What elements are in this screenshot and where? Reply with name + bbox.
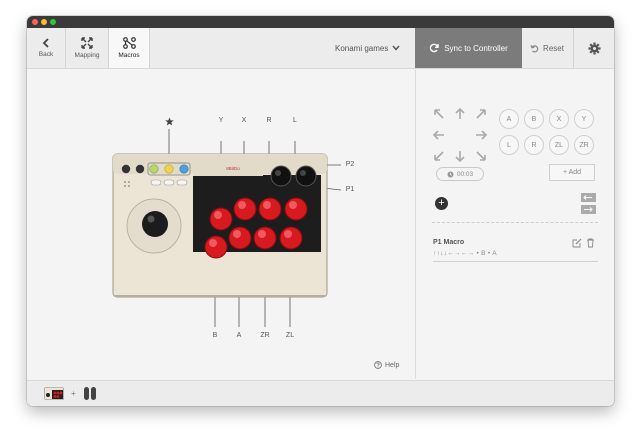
macro-sequence: ↑↑↓↓←→←→ • B • A xyxy=(433,250,497,257)
macro-button-r[interactable]: R xyxy=(524,135,544,155)
macro-button-b[interactable]: B xyxy=(524,109,544,129)
minimize-dot[interactable] xyxy=(41,19,47,25)
gear-icon xyxy=(588,41,601,55)
chevron-down-icon xyxy=(392,45,400,51)
macro-panel: A B X Y L R ZL ZR 00:03 + Add + P1 Macro… xyxy=(415,69,614,379)
macro-timer[interactable]: 00:03 xyxy=(436,167,484,181)
tab-macros[interactable]: Macros xyxy=(109,28,149,68)
app-window: Back Mapping Macros Konami games Sync to… xyxy=(27,16,614,406)
macro-button-zl[interactable]: ZL xyxy=(549,135,569,155)
reset-label: Reset xyxy=(543,43,564,53)
arrow-up-icon[interactable] xyxy=(453,107,467,121)
chevron-left-icon xyxy=(42,38,49,48)
mapping-label: Mapping xyxy=(74,52,100,59)
timer-value: 00:03 xyxy=(456,170,474,178)
macro-button-a[interactable]: A xyxy=(499,109,519,129)
zoom-dot[interactable] xyxy=(50,19,56,25)
arrow-right-icon[interactable] xyxy=(474,128,488,142)
macro-button-y[interactable]: Y xyxy=(574,109,594,129)
bottom-bar: + xyxy=(27,380,614,406)
divider xyxy=(432,222,598,223)
sync-button[interactable]: Sync to Controller xyxy=(415,28,522,68)
help-icon xyxy=(374,361,382,369)
brand-logo: 8BitDo xyxy=(226,166,240,171)
controller-thumbnail-icon xyxy=(44,387,64,400)
edit-icon[interactable] xyxy=(572,238,582,248)
clock-icon xyxy=(447,171,454,177)
macros-label: Macros xyxy=(118,52,140,59)
help-button[interactable]: Help xyxy=(374,361,399,369)
arcade-stick-diagram: 8BitDo xyxy=(112,129,342,327)
macro-name: P1 Macro xyxy=(433,239,465,246)
tab-mapping[interactable]: Mapping xyxy=(66,28,108,68)
macros-icon xyxy=(122,37,136,49)
game-selected: Konami games xyxy=(335,43,389,53)
mapping-icon xyxy=(81,37,93,49)
new-macro-button[interactable]: + xyxy=(435,197,448,210)
macro-button-l[interactable]: L xyxy=(499,135,519,155)
plus-separator: + xyxy=(71,389,76,398)
arrow-down-right-icon[interactable] xyxy=(474,149,488,163)
game-selector[interactable]: Konami games xyxy=(335,28,400,68)
help-label: Help xyxy=(385,361,400,369)
trash-icon[interactable] xyxy=(586,238,595,248)
arrow-up-left-icon[interactable] xyxy=(432,107,446,121)
undo-icon xyxy=(530,44,539,52)
import-export-icon[interactable] xyxy=(580,192,597,216)
switch-icon xyxy=(84,387,96,400)
settings-button[interactable] xyxy=(573,28,614,68)
arrow-down-icon[interactable] xyxy=(453,149,467,163)
toolbar-divider xyxy=(149,28,150,68)
reset-button[interactable]: Reset xyxy=(522,28,572,68)
title-bar xyxy=(27,16,614,28)
macro-button-zr[interactable]: ZR xyxy=(574,135,594,155)
add-label: + Add xyxy=(562,169,582,176)
arrow-left-icon[interactable] xyxy=(432,128,446,142)
sync-icon xyxy=(429,43,439,53)
stick-view: Y X R L P2 P1 B A ZR ZL 8BitDo Help xyxy=(27,69,414,379)
sync-label: Sync to Controller xyxy=(444,43,508,53)
arrow-down-left-icon[interactable] xyxy=(432,149,446,163)
back-label: Back xyxy=(38,51,54,58)
close-dot[interactable] xyxy=(32,19,38,25)
arrow-up-right-icon[interactable] xyxy=(474,107,488,121)
joystick-ball xyxy=(142,211,168,237)
macro-underline xyxy=(433,261,598,262)
add-step-button[interactable]: + Add xyxy=(549,164,595,181)
toolbar: Back Mapping Macros Konami games Sync to… xyxy=(27,28,614,69)
back-button[interactable]: Back xyxy=(27,28,65,68)
macro-button-x[interactable]: X xyxy=(549,109,569,129)
